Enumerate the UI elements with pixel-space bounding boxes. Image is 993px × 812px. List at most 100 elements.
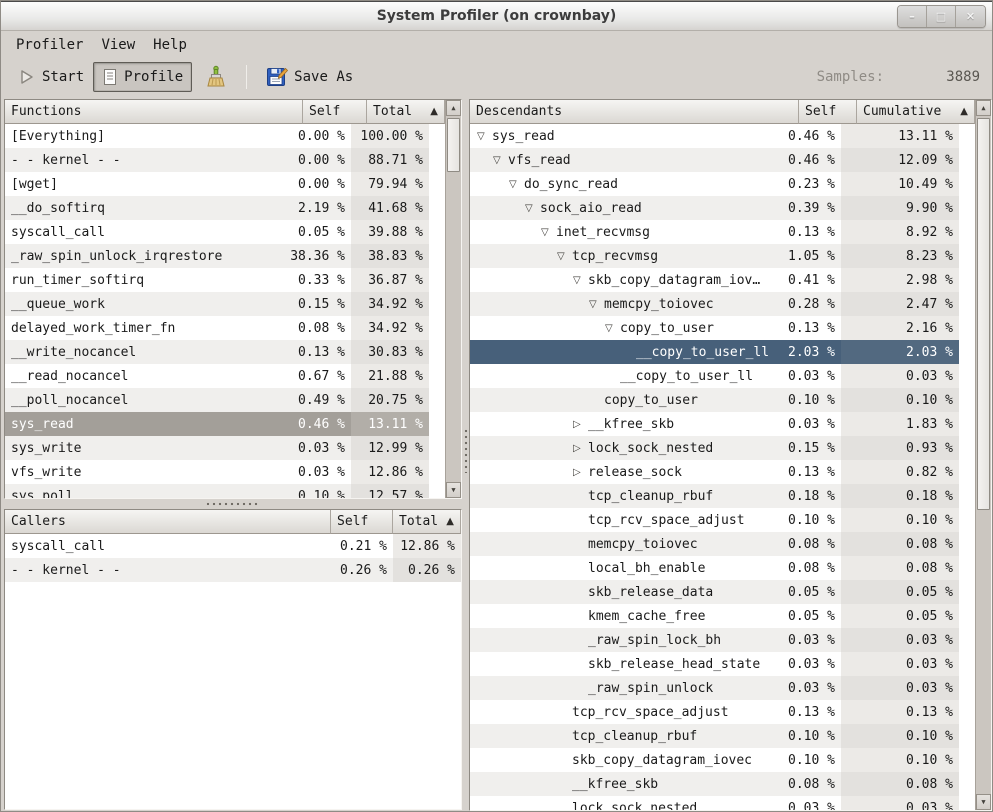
table-row[interactable]: _raw_spin_unlock_irqrestore38.36 %38.83 …	[5, 244, 429, 268]
cell-total-percent: 12.86 %	[393, 534, 461, 558]
table-row[interactable]: sys_write0.03 %12.99 %	[5, 436, 429, 460]
table-row[interactable]: syscall_call0.05 %39.88 %	[5, 220, 429, 244]
scroll-down-icon[interactable]: ▼	[446, 482, 461, 498]
expander-expanded-icon[interactable]: ▽	[493, 155, 508, 166]
close-icon: ✕	[966, 10, 975, 23]
column-header-total[interactable]: Total▲	[393, 510, 461, 534]
tree-row[interactable]: memcpy_toiovec0.08 %0.08 %	[470, 532, 959, 556]
tree-row[interactable]: tcp_rcv_space_adjust0.13 %0.13 %	[470, 700, 959, 724]
tree-row[interactable]: ▽inet_recvmsg0.13 %8.92 %	[470, 220, 959, 244]
tree-row[interactable]: skb_copy_datagram_iovec0.10 %0.10 %	[470, 748, 959, 772]
tree-row[interactable]: ▷lock_sock_nested0.15 %0.93 %	[470, 436, 959, 460]
table-row[interactable]: __read_nocancel0.67 %21.88 %	[5, 364, 429, 388]
table-row[interactable]: sys_poll0.10 %12.57 %	[5, 484, 429, 498]
column-header-self[interactable]: Self	[303, 100, 367, 124]
table-row[interactable]: syscall_call0.21 %12.86 %	[5, 534, 461, 558]
tree-row[interactable]: skb_release_head_state0.03 %0.03 %	[470, 652, 959, 676]
functions-scrollbar[interactable]: ▲ ▼	[445, 100, 461, 498]
scroll-down-icon[interactable]: ▼	[976, 794, 991, 810]
table-row[interactable]: [wget]0.00 %79.94 %	[5, 172, 429, 196]
tree-row[interactable]: lock_sock_nested0.03 %0.03 %	[470, 796, 959, 810]
column-header-cumulative[interactable]: Cumulative▲	[857, 100, 975, 124]
save-as-button[interactable]: Save As	[257, 60, 362, 94]
start-button[interactable]: Start	[9, 62, 93, 92]
table-row[interactable]: sys_read0.46 %13.11 %	[5, 412, 429, 436]
tree-row[interactable]: tcp_rcv_space_adjust0.10 %0.10 %	[470, 508, 959, 532]
tree-row[interactable]: ▽do_sync_read0.23 %10.49 %	[470, 172, 959, 196]
tree-row[interactable]: __kfree_skb0.08 %0.08 %	[470, 772, 959, 796]
descendants-scrollbar[interactable]: ▲ ▼	[975, 100, 991, 810]
expander-expanded-icon[interactable]: ▽	[573, 275, 588, 286]
table-row[interactable]: vfs_write0.03 %12.86 %	[5, 460, 429, 484]
cell-self-percent: 0.10 %	[783, 508, 841, 532]
tree-row[interactable]: ▽vfs_read0.46 %12.09 %	[470, 148, 959, 172]
horizontal-splitter-grip[interactable]	[206, 501, 260, 507]
titlebar[interactable]: System Profiler (on crownbay) –□✕	[1, 1, 992, 31]
expander-expanded-icon[interactable]: ▽	[557, 251, 572, 262]
expander-expanded-icon[interactable]: ▽	[605, 323, 620, 334]
tree-row[interactable]: local_bh_enable0.08 %0.08 %	[470, 556, 959, 580]
tree-row[interactable]: __copy_to_user_ll2.03 %2.03 %	[470, 340, 959, 364]
cell-function-name: syscall_call	[5, 534, 331, 558]
table-row[interactable]: __poll_nocancel0.49 %20.75 %	[5, 388, 429, 412]
column-header-descendants[interactable]: Descendants	[470, 100, 799, 124]
descendants-scrollbar-thumb[interactable]	[977, 118, 990, 510]
table-row[interactable]: - - kernel - -0.00 %88.71 %	[5, 148, 429, 172]
maximize-button[interactable]: □	[927, 6, 956, 27]
column-header-functions[interactable]: Functions	[5, 100, 303, 124]
tree-row[interactable]: ▽memcpy_toiovec0.28 %2.47 %	[470, 292, 959, 316]
scroll-up-icon[interactable]: ▲	[446, 100, 461, 116]
table-row[interactable]: - - kernel - -0.26 %0.26 %	[5, 558, 461, 582]
column-header-total[interactable]: Total▲	[367, 100, 445, 124]
cell-descendant-name: local_bh_enable	[470, 556, 783, 580]
expander-expanded-icon[interactable]: ▽	[509, 179, 524, 190]
minimize-button[interactable]: –	[898, 6, 927, 27]
reset-button[interactable]	[196, 59, 236, 95]
start-button-label: Start	[42, 69, 84, 85]
tree-row[interactable]: tcp_cleanup_rbuf0.10 %0.10 %	[470, 724, 959, 748]
expander-expanded-icon[interactable]: ▽	[525, 203, 540, 214]
expander-collapsed-icon[interactable]: ▷	[573, 419, 588, 430]
tree-row[interactable]: ▽skb_copy_datagram_iov…0.41 %2.98 %	[470, 268, 959, 292]
cell-cumulative-percent: 0.10 %	[841, 724, 959, 748]
expander-expanded-icon[interactable]: ▽	[477, 131, 492, 142]
scroll-up-icon[interactable]: ▲	[976, 100, 991, 116]
tree-row[interactable]: ▽copy_to_user0.13 %2.16 %	[470, 316, 959, 340]
tree-row[interactable]: copy_to_user0.10 %0.10 %	[470, 388, 959, 412]
cell-total-percent: 12.86 %	[351, 460, 429, 484]
descendant-label: skb_release_head_state	[588, 657, 760, 672]
expander-collapsed-icon[interactable]: ▷	[573, 443, 588, 454]
table-row[interactable]: __write_nocancel0.13 %30.83 %	[5, 340, 429, 364]
tree-row[interactable]: ▽tcp_recvmsg1.05 %8.23 %	[470, 244, 959, 268]
table-row[interactable]: __queue_work0.15 %34.92 %	[5, 292, 429, 316]
column-header-self[interactable]: Self	[331, 510, 393, 534]
cell-cumulative-percent: 13.11 %	[841, 124, 959, 148]
expander-expanded-icon[interactable]: ▽	[589, 299, 604, 310]
descendant-label: skb_release_data	[588, 585, 713, 600]
tree-row[interactable]: skb_release_data0.05 %0.05 %	[470, 580, 959, 604]
close-button[interactable]: ✕	[956, 6, 985, 27]
profile-toggle-button[interactable]: Profile	[93, 62, 192, 92]
tree-row[interactable]: _raw_spin_lock_bh0.03 %0.03 %	[470, 628, 959, 652]
table-row[interactable]: [Everything]0.00 %100.00 %	[5, 124, 429, 148]
table-row[interactable]: delayed_work_timer_fn0.08 %34.92 %	[5, 316, 429, 340]
column-header-self[interactable]: Self	[799, 100, 857, 124]
menu-help[interactable]: Help	[144, 34, 196, 56]
menu-profiler[interactable]: Profiler	[7, 34, 92, 56]
expander-expanded-icon[interactable]: ▽	[541, 227, 556, 238]
tree-row[interactable]: _raw_spin_unlock0.03 %0.03 %	[470, 676, 959, 700]
tree-row[interactable]: ▷release_sock0.13 %0.82 %	[470, 460, 959, 484]
tree-row[interactable]: tcp_cleanup_rbuf0.18 %0.18 %	[470, 484, 959, 508]
table-row[interactable]: __do_softirq2.19 %41.68 %	[5, 196, 429, 220]
tree-row[interactable]: ▽sys_read0.46 %13.11 %	[470, 124, 959, 148]
expander-collapsed-icon[interactable]: ▷	[573, 467, 588, 478]
menu-view[interactable]: View	[92, 34, 144, 56]
tree-row[interactable]: kmem_cache_free0.05 %0.05 %	[470, 604, 959, 628]
tree-row[interactable]: ▷__kfree_skb0.03 %1.83 %	[470, 412, 959, 436]
callers-panel: Callers Self Total▲ syscall_call0.21 %12…	[4, 509, 462, 810]
column-header-callers[interactable]: Callers	[5, 510, 331, 534]
tree-row[interactable]: ▽sock_aio_read0.39 %9.90 %	[470, 196, 959, 220]
table-row[interactable]: run_timer_softirq0.33 %36.87 %	[5, 268, 429, 292]
tree-row[interactable]: __copy_to_user_ll0.03 %0.03 %	[470, 364, 959, 388]
functions-scrollbar-thumb[interactable]	[447, 118, 460, 172]
